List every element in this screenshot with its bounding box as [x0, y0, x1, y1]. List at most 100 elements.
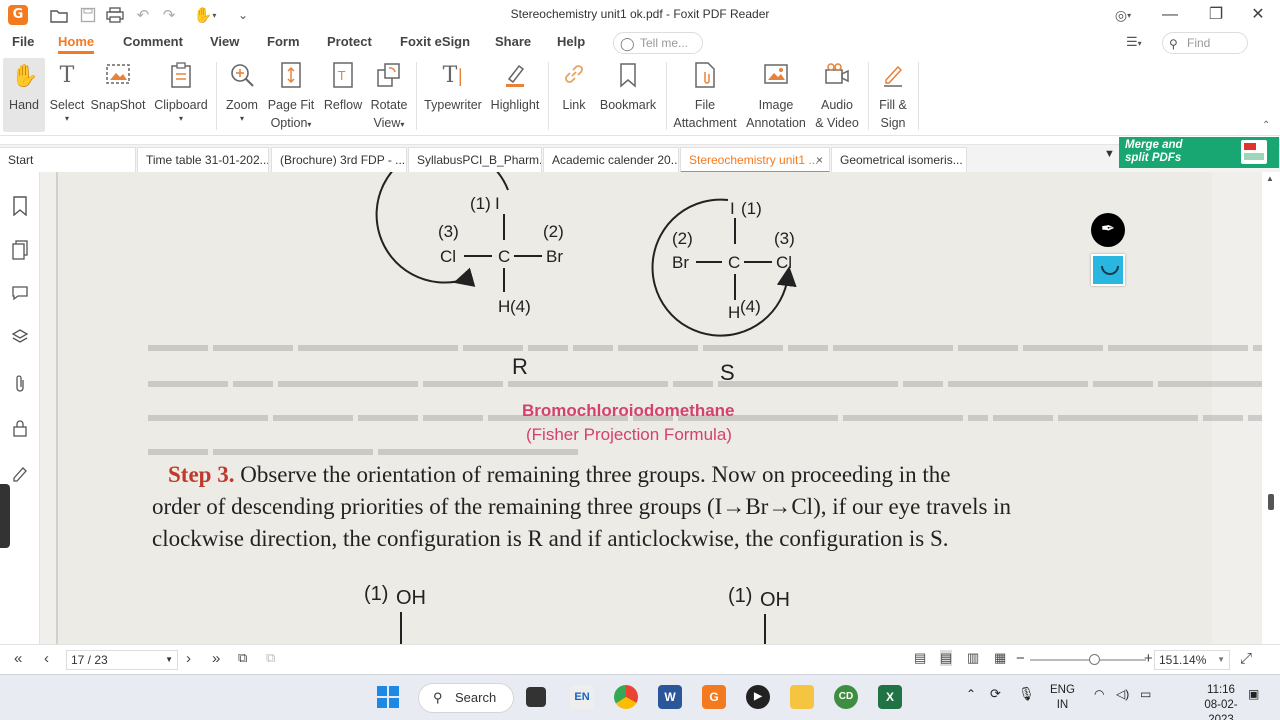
menu-foxit-esign[interactable]: Foxit eSign	[400, 34, 470, 49]
wifi-icon[interactable]: ◠	[1094, 687, 1104, 701]
hand-button[interactable]: ✋ Hand	[3, 58, 45, 132]
customize-quick-access-icon[interactable]: ⌄	[232, 4, 254, 26]
continuous-facing-view-icon[interactable]: ▦	[994, 650, 1006, 666]
pen-tool-floating-icon[interactable]: ✒	[1091, 213, 1125, 247]
previous-view-icon[interactable]: ⧉	[238, 650, 247, 666]
facing-view-icon[interactable]: ▥	[967, 650, 979, 666]
menu-protect[interactable]: Protect	[327, 34, 372, 49]
zoom-in-icon[interactable]: +	[1144, 650, 1153, 667]
zoom-slider-track[interactable]	[1030, 659, 1146, 661]
vertical-scrollbar[interactable]: ▲	[1262, 172, 1280, 644]
zoom-slider-knob[interactable]	[1089, 654, 1100, 665]
image-annotation-button[interactable]: Image Annotation	[742, 58, 810, 132]
menu-comment[interactable]: Comment	[123, 34, 183, 49]
panel-resize-handle[interactable]	[0, 484, 10, 548]
page-dropdown-icon[interactable]: ▼	[165, 651, 173, 669]
undo-icon[interactable]: ↶	[132, 4, 154, 26]
first-page-icon[interactable]: «	[14, 650, 22, 667]
tab-time-table[interactable]: Time table 31-01-202...	[137, 147, 269, 173]
menu-view[interactable]: View	[210, 34, 239, 49]
foxit-logo-icon[interactable]: G	[8, 5, 28, 25]
print-icon[interactable]	[104, 4, 126, 26]
link-button[interactable]: Link	[554, 58, 594, 132]
sync-icon[interactable]: ⟳	[990, 686, 1001, 702]
zoom-level-field[interactable]: 151.14% ▼	[1154, 650, 1230, 670]
tab-list-dropdown-icon[interactable]: ▼	[1104, 148, 1115, 160]
snapshot-button[interactable]: SnapShot	[90, 58, 146, 132]
full-screen-icon[interactable]: ⤢	[1240, 650, 1252, 667]
menu-form[interactable]: Form	[267, 34, 300, 49]
maximize-button[interactable]: ❐	[1194, 2, 1238, 28]
battery-icon[interactable]: ▭	[1140, 687, 1151, 701]
volume-icon[interactable]: ◁)	[1116, 687, 1129, 701]
comments-panel-icon[interactable]	[10, 284, 30, 306]
previous-page-icon[interactable]: ‹	[44, 650, 49, 667]
zoom-button[interactable]: Zoom ▾	[222, 58, 262, 132]
bookmark-panel-icon[interactable]	[10, 196, 30, 218]
minimize-button[interactable]: —	[1148, 2, 1192, 28]
continuous-view-icon[interactable]: ▤	[940, 650, 953, 666]
cd-app-icon[interactable]: CD	[834, 685, 858, 709]
zoom-out-icon[interactable]: −	[1016, 650, 1025, 667]
layers-panel-icon[interactable]	[10, 328, 30, 350]
menu-file[interactable]: File	[12, 34, 34, 49]
highlight-button[interactable]: Highlight	[488, 58, 542, 132]
menu-help[interactable]: Help	[557, 34, 585, 49]
find-input[interactable]: ⚲ Find	[1162, 32, 1248, 54]
tell-me-input[interactable]: ◯ Tell me...	[613, 32, 703, 54]
windows-start-icon[interactable]	[376, 685, 400, 709]
file-explorer-icon[interactable]	[790, 685, 814, 709]
task-view-icon[interactable]	[526, 687, 546, 707]
close-button[interactable]: ✕	[1236, 2, 1280, 28]
single-page-view-icon[interactable]: ▤	[914, 650, 926, 666]
save-icon[interactable]	[77, 4, 99, 26]
open-folder-icon[interactable]	[48, 4, 70, 26]
clipboard-button[interactable]: Clipboard ▾	[152, 58, 210, 132]
typewriter-button[interactable]: T| Typewriter	[422, 58, 484, 132]
word-icon[interactable]: W	[658, 685, 682, 709]
merge-split-ad-banner[interactable]: Merge and split PDFs	[1119, 137, 1279, 168]
scrollbar-thumb[interactable]	[1268, 494, 1274, 510]
bookmark-button[interactable]: Bookmark	[598, 58, 658, 132]
foxit-taskbar-icon[interactable]: G	[702, 685, 726, 709]
system-clock[interactable]: 11:16 08-02-2023	[1196, 683, 1246, 720]
rotate-view-button[interactable]: Rotate View▾	[368, 58, 410, 132]
media-player-icon[interactable]: ▶	[746, 685, 770, 709]
menu-share[interactable]: Share	[495, 34, 531, 49]
language-switcher-app-icon[interactable]: EN	[570, 685, 594, 709]
signature-panel-icon[interactable]	[10, 464, 30, 486]
tab-start[interactable]: Start	[0, 147, 136, 173]
file-attachment-button[interactable]: File Attachment	[672, 58, 738, 132]
search-options-icon[interactable]: ☰▾	[1126, 34, 1142, 50]
pages-panel-icon[interactable]	[10, 240, 30, 262]
next-page-icon[interactable]: ›	[186, 650, 191, 667]
tab-stereochemistry[interactable]: Stereochemistry unit1 ... ×	[680, 147, 830, 173]
zoom-dropdown-icon[interactable]: ▼	[1217, 651, 1225, 669]
excel-icon[interactable]: X	[878, 685, 902, 709]
page-fit-option-button[interactable]: Page Fit Option▾	[266, 58, 316, 132]
chrome-icon[interactable]	[614, 685, 638, 709]
collapse-ribbon-icon[interactable]: ⌃	[1262, 120, 1270, 131]
smile-feedback-floating-icon[interactable]	[1091, 254, 1125, 286]
attachments-panel-icon[interactable]	[10, 374, 30, 396]
audio-video-button[interactable]: Audio & Video	[812, 58, 862, 132]
show-hidden-icons[interactable]: ⌃	[966, 687, 976, 701]
taskbar-search-box[interactable]: ⚲ Search	[418, 683, 514, 713]
select-button[interactable]: T Select ▾	[48, 58, 86, 132]
last-page-icon[interactable]: »	[212, 650, 220, 667]
tab-brochure[interactable]: (Brochure) 3rd FDP - ...	[271, 147, 407, 173]
account-icon[interactable]: ◎ ▾	[1108, 4, 1138, 26]
next-view-icon[interactable]: ⧉	[266, 650, 275, 666]
tab-syllabus[interactable]: SyllabusPCI_B_Pharm....	[408, 147, 542, 173]
hand-tool-quick-icon[interactable]: ✋ ▾	[190, 4, 220, 26]
scroll-up-icon[interactable]: ▲	[1266, 174, 1274, 183]
fill-sign-button[interactable]: Fill & Sign	[872, 58, 914, 132]
document-viewer[interactable]: ▬▬▬ ▬▬▬▬ ▬▬▬▬▬▬▬▬ ▬▬▬ ▬▬ ▬▬ ▬▬▬▬ ▬▬▬▬ ▬▬…	[40, 172, 1262, 644]
security-panel-icon[interactable]	[10, 418, 30, 440]
reflow-button[interactable]: T Reflow	[322, 58, 364, 132]
tab-academic-calender[interactable]: Academic calender 20...	[543, 147, 679, 173]
redo-icon[interactable]: ↷	[158, 4, 180, 26]
menu-home[interactable]: Home	[58, 34, 95, 54]
notification-icon[interactable]: ▣	[1248, 687, 1259, 701]
page-number-field[interactable]: 17 / 23 ▼	[66, 650, 178, 670]
